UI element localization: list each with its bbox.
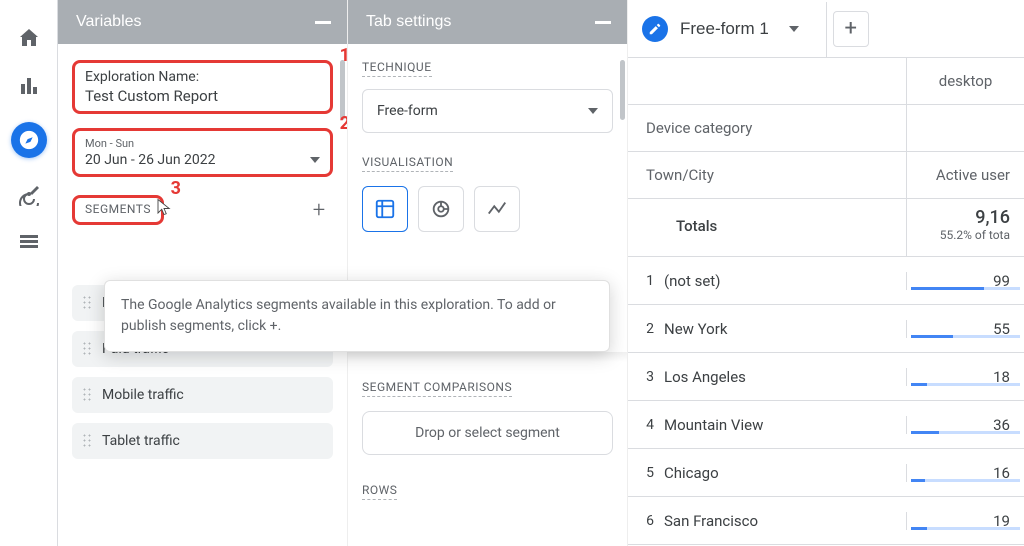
totals-row: Totals 9,16 55.2% of tota — [628, 199, 1024, 257]
tab-settings-panel: Tab settings TECHNIQUE Free-form VISUALI… — [348, 0, 628, 546]
row-city: (not set) — [664, 272, 906, 290]
technique-label: TECHNIQUE — [362, 60, 432, 77]
variables-title: Variables — [76, 13, 142, 31]
row-value: 55 — [906, 320, 1024, 338]
add-segment-button[interactable]: + — [305, 196, 333, 224]
variables-header: Variables — [58, 0, 347, 44]
segments-label: SEGMENTS — [85, 202, 151, 218]
nav-rail — [0, 0, 58, 546]
date-preset: Mon - Sun — [85, 137, 320, 150]
viz-line-icon[interactable] — [474, 186, 520, 232]
bar-fill — [911, 383, 927, 386]
segment-chip[interactable]: Tablet traffic — [72, 423, 333, 459]
bar-fill — [911, 431, 939, 434]
variables-panel: Variables 1 Exploration Name: Test Custo… — [58, 0, 348, 546]
table-row[interactable]: 1(not set)99 — [628, 257, 1024, 305]
reports-icon[interactable] — [17, 74, 41, 98]
collapse-icon[interactable] — [315, 21, 331, 24]
row-value: 36 — [906, 416, 1024, 434]
rows-label: ROWS — [362, 483, 397, 500]
row-index: 3 — [628, 369, 664, 385]
chevron-down-icon — [588, 108, 598, 114]
report-tab-name[interactable]: Free-form 1 — [680, 19, 769, 39]
exploration-name-block[interactable]: 1 Exploration Name: Test Custom Report — [72, 60, 333, 114]
segment-comparisons-label: SEGMENT COMPARISONS — [362, 380, 512, 397]
drag-handle-icon[interactable] — [82, 387, 92, 403]
row-value: 18 — [906, 368, 1024, 386]
chevron-down-icon — [310, 157, 320, 163]
town-city-header: Town/City — [628, 152, 906, 198]
cursor-icon — [155, 198, 173, 220]
segment-chip-label: Mobile traffic — [102, 387, 184, 403]
technique-value: Free-form — [377, 103, 438, 119]
edit-icon[interactable] — [642, 16, 668, 42]
viz-donut-icon[interactable] — [418, 186, 464, 232]
row-index: 2 — [628, 321, 664, 337]
chevron-down-icon[interactable] — [789, 26, 799, 32]
explore-icon[interactable] — [11, 122, 47, 158]
table-row[interactable]: 2New York55 — [628, 305, 1024, 353]
drag-handle-icon[interactable] — [82, 433, 92, 449]
metric-header: Active user — [906, 152, 1024, 198]
row-value: 16 — [906, 464, 1024, 482]
exploration-name-label: Exploration Name: — [85, 69, 320, 85]
bar-fill — [911, 527, 927, 530]
segments-tooltip: The Google Analytics segments available … — [104, 280, 610, 352]
totals-sub: 55.2% of tota — [921, 228, 1010, 242]
configure-icon[interactable] — [17, 230, 41, 254]
row-value: 99 — [906, 272, 1024, 290]
drag-handle-icon[interactable] — [82, 341, 92, 357]
bar-fill — [911, 287, 984, 290]
row-city: Los Angeles — [664, 368, 906, 386]
tab-settings-title: Tab settings — [366, 13, 451, 31]
table-row[interactable]: 3Los Angeles18 — [628, 353, 1024, 401]
row-index: 1 — [628, 273, 664, 289]
annotation-1: 1 — [340, 45, 347, 66]
report-panel: Free-form 1 + desktop Device category To… — [628, 0, 1024, 546]
bar-fill — [911, 479, 925, 482]
add-tab-button[interactable]: + — [833, 11, 869, 47]
data-rows: 1(not set)992New York553Los Angeles184Mo… — [628, 257, 1024, 545]
table-row[interactable]: 4Mountain View36 — [628, 401, 1024, 449]
totals-value: 9,16 — [921, 207, 1010, 228]
row-city: Mountain View — [664, 416, 906, 434]
device-category-header: Device category — [628, 105, 906, 151]
column-group-header: desktop — [628, 58, 1024, 105]
row-city: San Francisco — [664, 512, 906, 530]
row-index: 4 — [628, 417, 664, 433]
drag-handle-icon[interactable] — [82, 295, 92, 311]
segment-chip-label: Tablet traffic — [102, 433, 180, 449]
device-category-value: desktop — [906, 58, 1024, 104]
totals-label: Totals — [676, 217, 717, 235]
row-index: 5 — [628, 465, 664, 481]
row-city: New York — [664, 320, 906, 338]
date-range-picker[interactable]: 2 Mon - Sun 20 Jun - 26 Jun 2022 — [72, 128, 333, 177]
visualisation-picker — [362, 186, 613, 232]
bar-fill — [911, 335, 953, 338]
date-range-value: 20 Jun - 26 Jun 2022 — [85, 152, 216, 168]
table-row[interactable]: 6San Francisco19 — [628, 497, 1024, 545]
segment-dropzone-label: Drop or select segment — [415, 425, 560, 441]
segment-dropzone[interactable]: Drop or select segment — [362, 411, 613, 455]
advertising-icon[interactable] — [17, 182, 41, 206]
table-row[interactable]: 5Chicago16 — [628, 449, 1024, 497]
home-icon[interactable] — [17, 26, 41, 50]
row-city: Chicago — [664, 464, 906, 482]
row-value: 19 — [906, 512, 1024, 530]
annotation-3: 3 — [171, 178, 181, 199]
visualisation-label: VISUALISATION — [362, 155, 453, 172]
annotation-2: 2 — [340, 113, 347, 134]
row-index: 6 — [628, 513, 664, 529]
viz-table-icon[interactable] — [362, 186, 408, 232]
report-tabbar: Free-form 1 + — [628, 0, 1024, 58]
tab-settings-header: Tab settings — [348, 0, 627, 44]
technique-select[interactable]: Free-form — [362, 89, 613, 133]
segments-tooltip-text: The Google Analytics segments available … — [121, 297, 556, 334]
collapse-icon[interactable] — [595, 21, 611, 24]
exploration-name-value[interactable]: Test Custom Report — [85, 87, 320, 105]
dimension-header-row: Town/City Active user — [628, 152, 1024, 199]
segment-chip[interactable]: Mobile traffic — [72, 377, 333, 413]
dimension-header-row: Device category — [628, 105, 1024, 152]
segments-heading: 3 SEGMENTS — [72, 195, 164, 225]
